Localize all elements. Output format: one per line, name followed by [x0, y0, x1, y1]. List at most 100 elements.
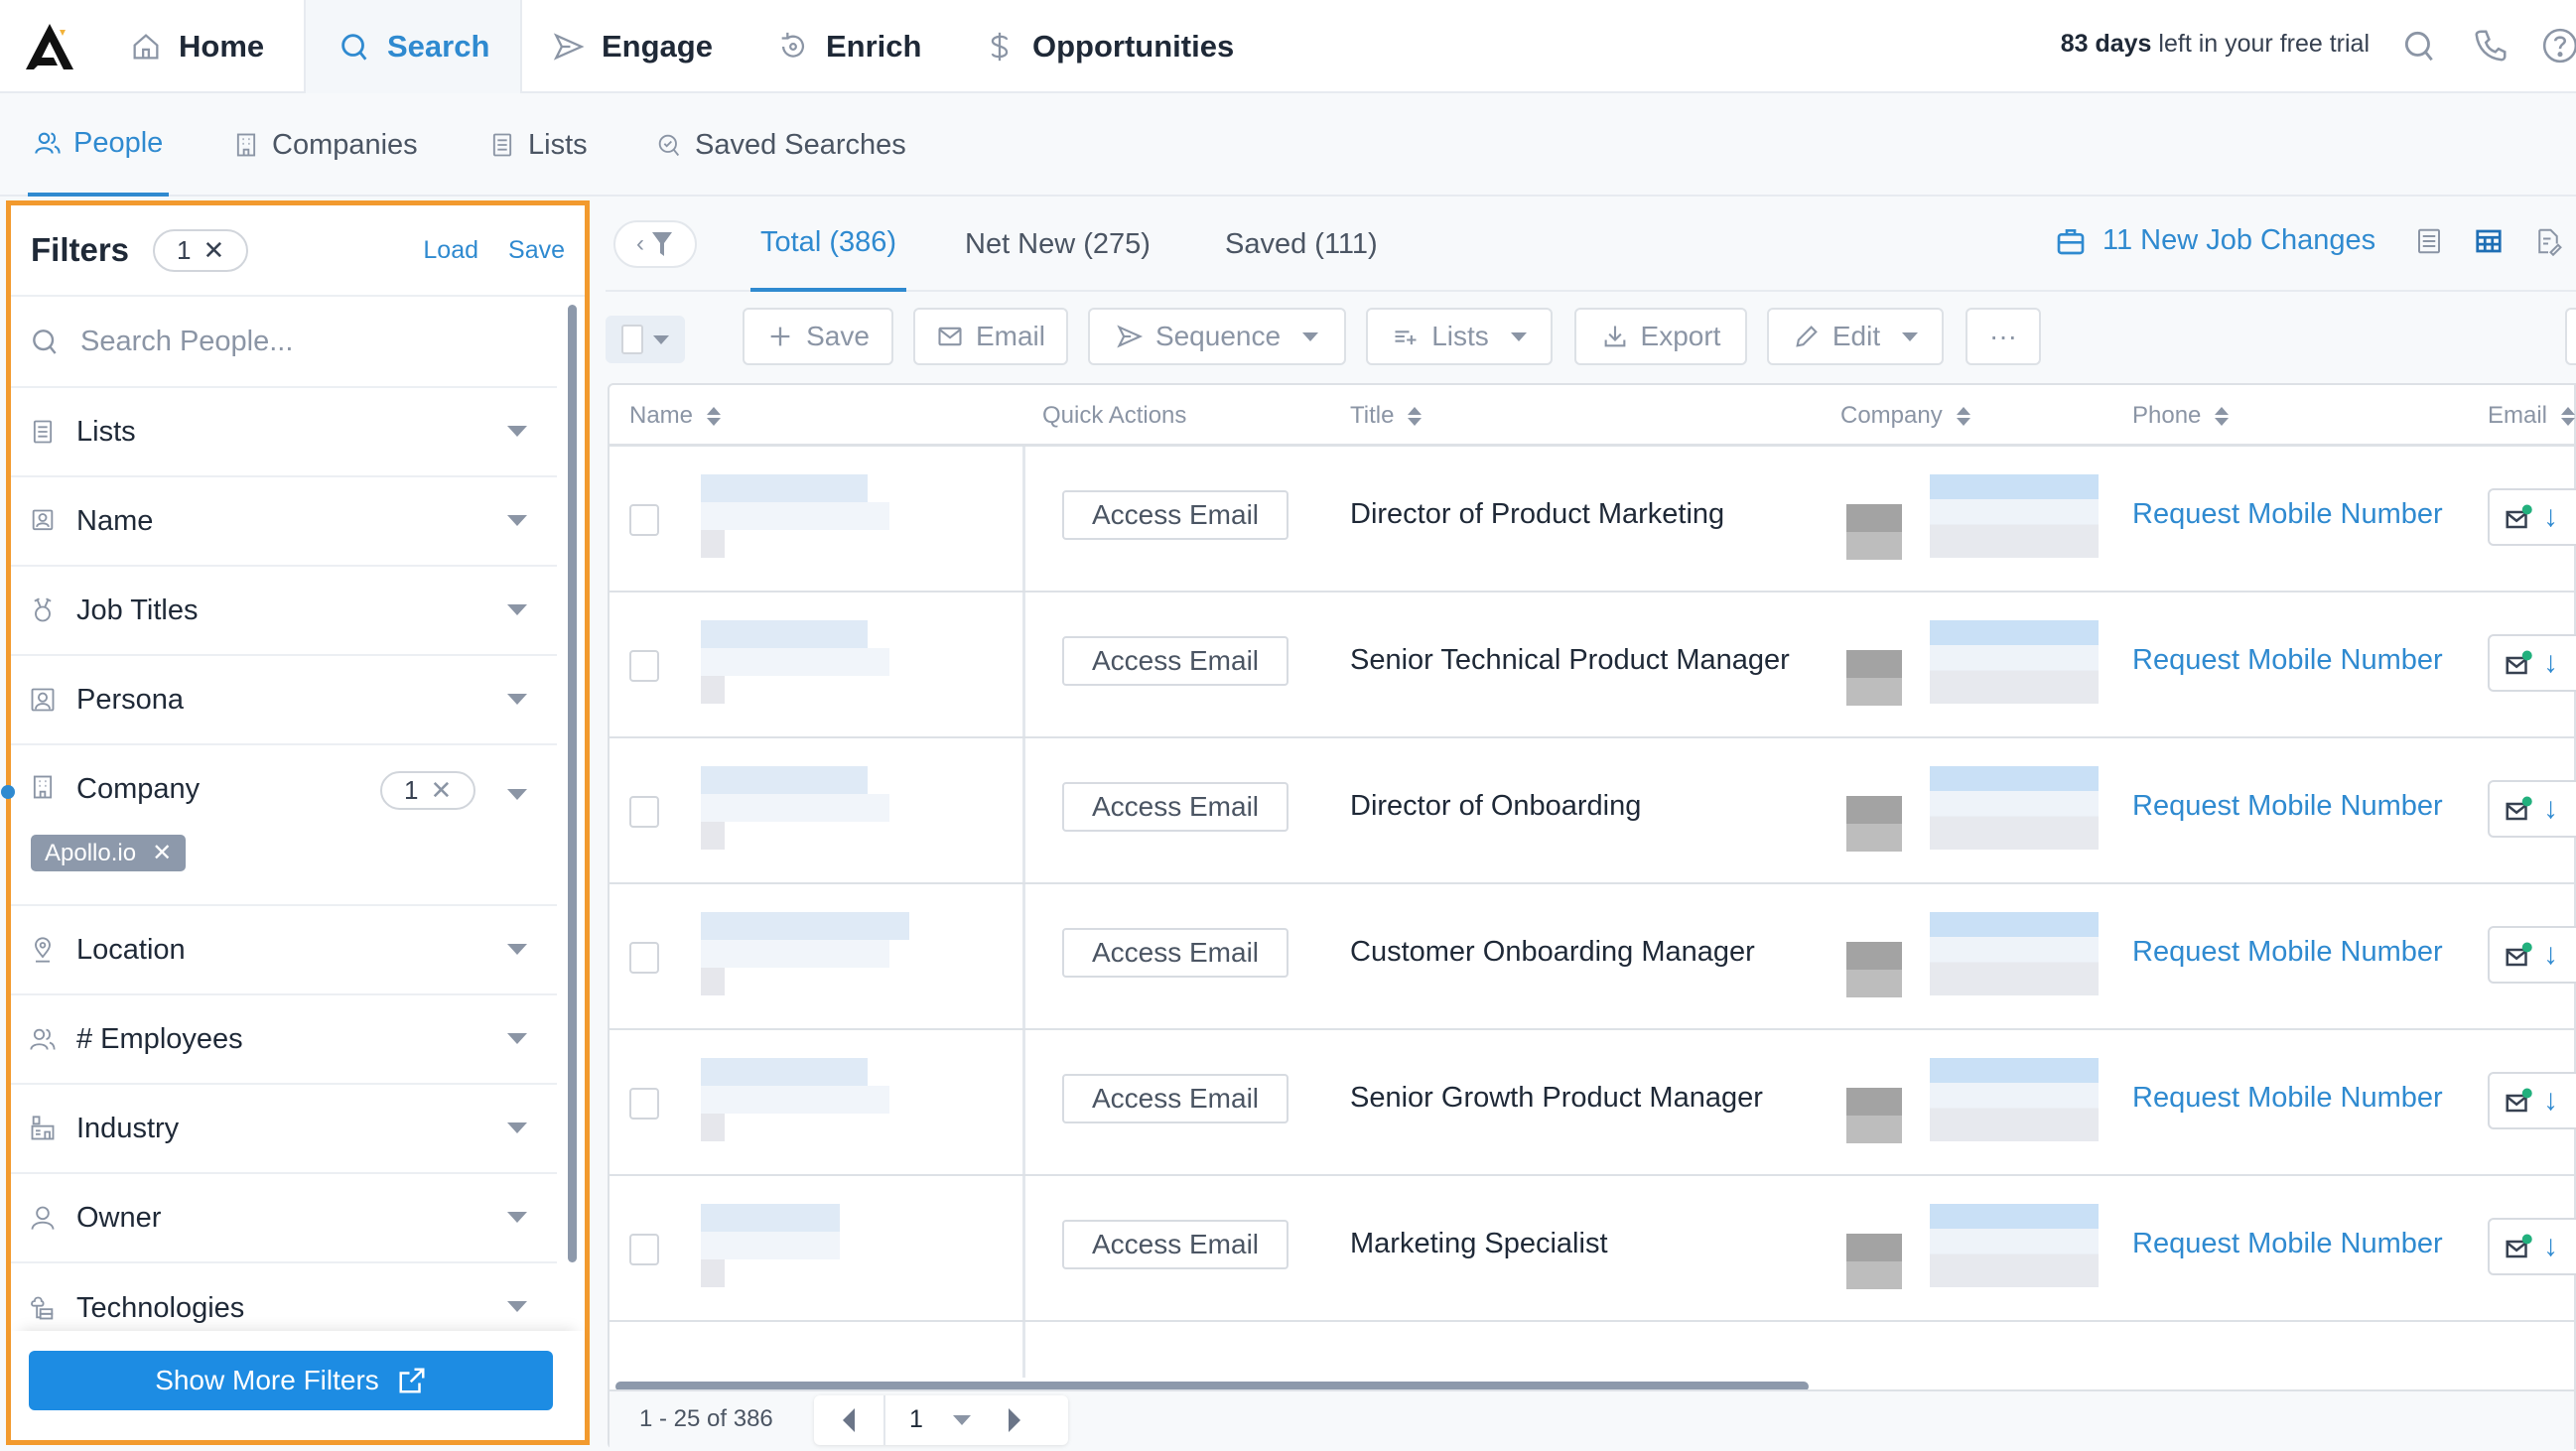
clear-filters-icon[interactable]: ✕ [203, 235, 225, 266]
row-checkbox[interactable] [629, 650, 659, 682]
email-verified-button[interactable]: ↓ [2488, 1072, 2576, 1129]
table-row[interactable]: Access Email Senior Technical Product Ma… [610, 593, 2576, 738]
table-row[interactable]: Access Email Director of Product Marketi… [610, 447, 2576, 593]
sort-icon[interactable] [1956, 406, 1970, 426]
tab-saved[interactable]: Saved (111) [1225, 197, 1378, 292]
tab-companies[interactable]: Companies [232, 93, 418, 197]
request-mobile-link[interactable]: Request Mobile Number [2132, 936, 2443, 969]
access-email-button[interactable]: Access Email [1062, 636, 1288, 686]
access-email-button[interactable]: Access Email [1062, 1074, 1288, 1123]
search-people-input[interactable]: Search People... [11, 297, 557, 388]
email-verified-button[interactable]: ↓ [2488, 634, 2576, 692]
column-title[interactable]: Title [1350, 385, 1423, 447]
help-icon[interactable] [2541, 27, 2576, 65]
redacted-company-name[interactable] [1930, 766, 2099, 850]
redacted-company-name[interactable] [1930, 912, 2099, 995]
apollo-logo[interactable] [24, 22, 75, 71]
email-verified-button[interactable]: ↓ [2488, 488, 2576, 546]
sort-icon[interactable] [707, 406, 722, 426]
filter-owner[interactable]: Owner [11, 1174, 557, 1263]
email-verified-button[interactable]: ↓ [2488, 1218, 2576, 1275]
list-view-icon[interactable] [2414, 226, 2444, 256]
row-checkbox[interactable] [629, 1088, 659, 1120]
filter-industry[interactable]: Industry [11, 1085, 557, 1174]
table-row[interactable]: Access Email Customer Onboarding Manager… [610, 884, 2576, 1030]
filters-count-pill[interactable]: 1 ✕ [153, 228, 249, 272]
row-checkbox[interactable] [629, 942, 659, 974]
request-mobile-link[interactable]: Request Mobile Number [2132, 644, 2443, 677]
document-edit-icon[interactable] [2533, 226, 2563, 256]
edit-button[interactable]: Edit [1767, 308, 1944, 365]
row-checkbox[interactable] [629, 1234, 659, 1265]
nav-enrich[interactable]: Enrich [776, 0, 921, 93]
export-button[interactable]: Export [1574, 308, 1747, 365]
company-count-pill[interactable]: 1 ✕ [380, 771, 476, 810]
filter-job-titles[interactable]: Job Titles [11, 567, 557, 656]
sort-icon[interactable] [2215, 406, 2230, 426]
nav-engage[interactable]: Engage [552, 0, 713, 93]
filter-location[interactable]: Location [11, 906, 557, 995]
column-email[interactable]: Email [2488, 385, 2576, 447]
column-phone[interactable]: Phone [2132, 385, 2230, 447]
phone-icon[interactable] [2472, 27, 2509, 65]
request-mobile-link[interactable]: Request Mobile Number [2132, 790, 2443, 823]
global-search-icon[interactable] [2400, 27, 2438, 65]
filter-name[interactable]: Name [11, 477, 557, 567]
nav-home[interactable]: Home [129, 0, 264, 93]
tab-net-new[interactable]: Net New (275) [965, 197, 1151, 292]
tab-lists[interactable]: Lists [488, 93, 588, 197]
sort-icon[interactable] [2561, 406, 2576, 426]
redacted-company-name[interactable] [1930, 1058, 2099, 1141]
sort-icon[interactable] [1408, 406, 1423, 426]
table-view-icon[interactable] [2474, 226, 2504, 256]
toolbar-overflow-button[interactable] [2565, 308, 2576, 365]
access-email-button[interactable]: Access Email [1062, 782, 1288, 832]
email-button[interactable]: Email [913, 308, 1068, 365]
lists-button[interactable]: Lists [1366, 308, 1553, 365]
nav-search[interactable]: Search [304, 0, 522, 93]
request-mobile-link[interactable]: Request Mobile Number [2132, 498, 2443, 531]
email-verified-button[interactable]: ↓ [2488, 926, 2576, 984]
table-row[interactable]: Access Email Director of Onboarding Requ… [610, 738, 2576, 884]
filter-employees[interactable]: # Employees [11, 995, 557, 1085]
table-row[interactable]: Access Email Senior Growth Product Manag… [610, 1030, 2576, 1176]
job-changes-link[interactable]: 11 New Job Changes [2055, 224, 2375, 257]
select-all-dropdown[interactable] [606, 316, 685, 363]
request-mobile-link[interactable]: Request Mobile Number [2132, 1228, 2443, 1260]
save-button[interactable]: Save [743, 308, 893, 365]
clear-company-icon[interactable]: ✕ [430, 775, 452, 806]
tab-saved-searches[interactable]: Saved Searches [655, 93, 906, 197]
row-checkbox[interactable] [629, 796, 659, 828]
more-actions-button[interactable]: ··· [1966, 308, 2041, 365]
row-checkbox[interactable] [629, 504, 659, 536]
filters-scrollbar[interactable] [568, 305, 577, 1262]
previous-page-button[interactable] [814, 1395, 885, 1445]
current-page[interactable]: 1 [909, 1405, 923, 1434]
remove-tag-icon[interactable]: ✕ [152, 839, 172, 867]
table-row[interactable]: Access Email Marketing Specialist Reques… [610, 1176, 2576, 1322]
access-email-button[interactable]: Access Email [1062, 490, 1288, 540]
redacted-company-name[interactable] [1930, 1204, 2099, 1287]
show-more-filters-button[interactable]: Show More Filters [29, 1351, 553, 1410]
tab-total[interactable]: Total (386) [750, 197, 907, 292]
next-page-button[interactable] [1009, 1408, 1020, 1432]
column-name[interactable]: Name [629, 385, 722, 447]
page-select-caret-icon[interactable] [953, 1415, 971, 1425]
redacted-company-name[interactable] [1930, 620, 2099, 704]
nav-opportunities[interactable]: Opportunities [983, 0, 1234, 93]
collapse-filters-button[interactable]: ‹ [613, 220, 697, 268]
access-email-button[interactable]: Access Email [1062, 928, 1288, 978]
column-company[interactable]: Company [1840, 385, 1970, 447]
save-filters-link[interactable]: Save [508, 236, 565, 265]
sequence-button[interactable]: Sequence [1088, 308, 1346, 365]
access-email-button[interactable]: Access Email [1062, 1220, 1288, 1269]
email-verified-button[interactable]: ↓ [2488, 780, 2576, 838]
tab-people[interactable]: People [28, 93, 170, 197]
load-filters-link[interactable]: Load [423, 236, 478, 265]
filter-persona[interactable]: Persona [11, 656, 557, 745]
filter-company[interactable]: Company 1 ✕ Apollo.io ✕ [1, 745, 557, 906]
redacted-company-name[interactable] [1930, 474, 2099, 558]
select-all-checkbox[interactable] [621, 325, 643, 354]
filter-lists[interactable]: Lists [11, 388, 557, 477]
request-mobile-link[interactable]: Request Mobile Number [2132, 1082, 2443, 1115]
